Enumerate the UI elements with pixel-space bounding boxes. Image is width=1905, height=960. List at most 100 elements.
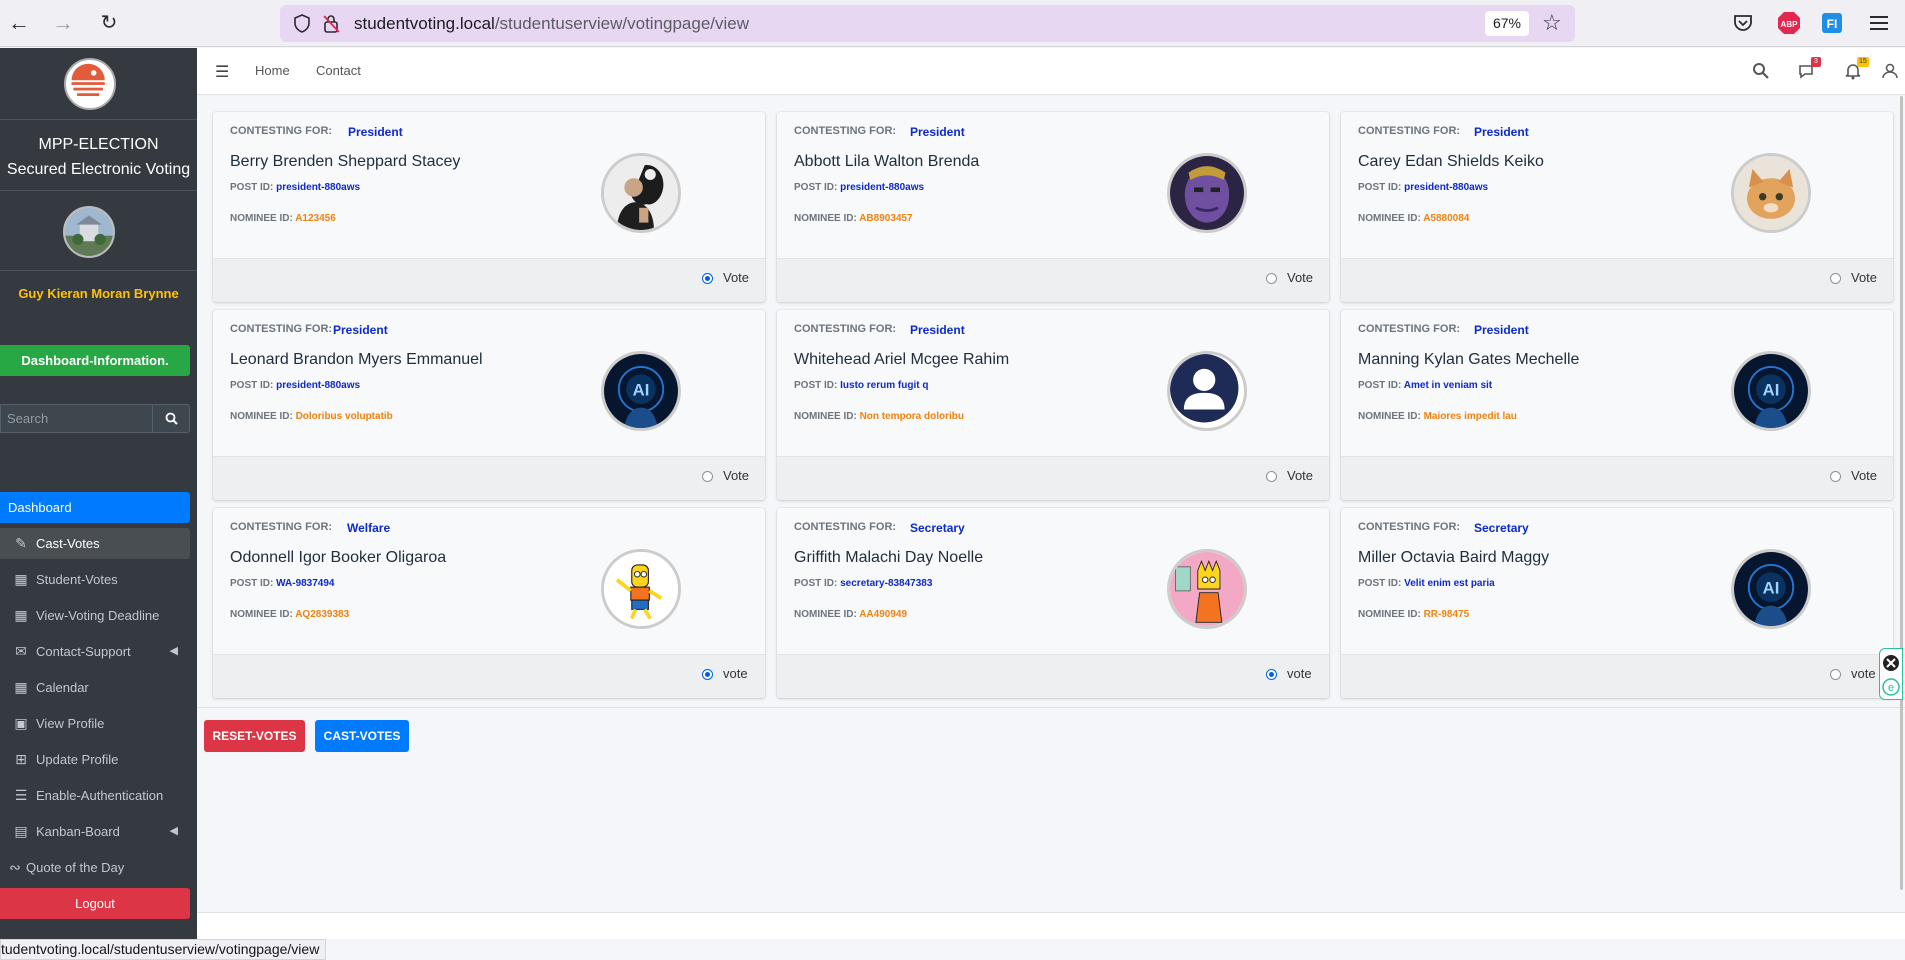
- sidebar-item-cast-votes[interactable]: ✎ Cast-Votes: [0, 528, 190, 559]
- floating-widget[interactable]: e: [1879, 648, 1903, 700]
- position-value: President: [1474, 125, 1529, 139]
- search-button[interactable]: [152, 405, 189, 432]
- post-id-value: Velit enim est paria: [1404, 578, 1495, 589]
- reset-votes-button[interactable]: RESET-VOTES: [204, 720, 305, 752]
- vote-label[interactable]: Vote: [1287, 270, 1313, 285]
- sidebar-item-dashboard[interactable]: Dashboard: [0, 492, 190, 523]
- zoom-level[interactable]: 67%: [1485, 11, 1529, 36]
- vote-radio[interactable]: [702, 273, 713, 284]
- reload-button[interactable]: ↻: [96, 10, 122, 36]
- vote-footer: vote: [213, 654, 765, 698]
- user-avatar[interactable]: [63, 206, 115, 258]
- extension-e-icon[interactable]: e: [1881, 677, 1901, 697]
- sidebar-item-student-votes[interactable]: ▦ Student-Votes: [0, 564, 190, 595]
- nominee-id-row: NOMINEE ID: Maiores impedit lau: [1358, 411, 1517, 422]
- grid-icon: ▦: [14, 571, 28, 587]
- plus-square-icon: ⊞: [15, 751, 27, 767]
- forward-button[interactable]: →: [50, 10, 76, 36]
- nav-contact-link[interactable]: Contact: [316, 63, 361, 78]
- nominee-photo: [1731, 153, 1811, 233]
- vote-label[interactable]: vote: [723, 666, 748, 681]
- calendar-icon: ▦: [14, 607, 28, 623]
- vote-radio[interactable]: [1266, 669, 1277, 680]
- contesting-for-label: CONTESTING FOR:: [230, 323, 333, 335]
- nominee-id-label: NOMINEE ID:: [1358, 411, 1421, 422]
- sidebar-item-label: Calendar: [36, 680, 89, 695]
- adblock-icon[interactable]: ABP: [1776, 10, 1802, 36]
- sidebar-item-quote-of-the-day[interactable]: ∾ Quote of the Day: [0, 852, 190, 883]
- vote-radio[interactable]: [1266, 273, 1277, 284]
- sidebar-item-kanban-board[interactable]: ▤ Kanban-Board ◀: [0, 816, 190, 847]
- vote-radio[interactable]: [1830, 471, 1841, 482]
- contesting-for-label: CONTESTING FOR:: [1358, 125, 1461, 137]
- dashboard-information-button[interactable]: Dashboard-Information.: [0, 345, 190, 376]
- search-icon[interactable]: [1751, 61, 1771, 81]
- nominee-id-label: NOMINEE ID:: [794, 609, 857, 620]
- logout-button[interactable]: Logout: [0, 888, 190, 919]
- sidebar-item-view-profile[interactable]: ▣ View Profile: [0, 708, 190, 739]
- brand-subtitle: Secured Electronic Voting: [6, 161, 191, 178]
- address-bar[interactable]: studentvoting.local/studentuserview/voti…: [280, 5, 1575, 42]
- nominee-id-value: Doloribus voluptatib: [295, 411, 393, 422]
- position-value: Welfare: [347, 521, 391, 535]
- hamburger-menu-icon[interactable]: ☰: [215, 62, 229, 82]
- sidebar-item-label: Enable-Authentication: [36, 788, 164, 803]
- user-name[interactable]: Guy Kieran Moran Brynne: [0, 286, 197, 301]
- scrollbar[interactable]: [1900, 96, 1903, 890]
- nominee-id-row: NOMINEE ID: AQ2839383: [230, 609, 349, 620]
- vote-label[interactable]: vote: [1287, 666, 1312, 681]
- position-value: President: [910, 125, 965, 139]
- post-id-row: POST ID: Amet in veniam sit: [1358, 380, 1492, 391]
- post-id-row: POST ID: Iusto rerum fugit q: [794, 380, 928, 391]
- extension-icon[interactable]: FI: [1820, 10, 1846, 36]
- vote-radio[interactable]: [1266, 471, 1277, 482]
- vote-label[interactable]: Vote: [723, 270, 749, 285]
- brand-logo[interactable]: [64, 58, 116, 110]
- sidebar-item-update-profile[interactable]: ⊞ Update Profile: [0, 744, 190, 775]
- sidebar-item-label: Update Profile: [36, 752, 119, 767]
- vote-label[interactable]: Vote: [1851, 270, 1877, 285]
- vote-radio[interactable]: [702, 669, 713, 680]
- menu-icon[interactable]: [1866, 10, 1892, 36]
- vote-label[interactable]: Vote: [1287, 468, 1313, 483]
- vote-label[interactable]: vote: [1851, 666, 1876, 681]
- user-icon[interactable]: [1880, 61, 1900, 81]
- sidebar-search-input[interactable]: [1, 405, 153, 432]
- vote-radio[interactable]: [702, 471, 713, 482]
- vote-label[interactable]: Vote: [723, 468, 749, 483]
- post-id-row: POST ID: WA-9837494: [230, 578, 335, 589]
- sidebar-search: [0, 404, 190, 433]
- cast-votes-button[interactable]: CAST-VOTES: [315, 720, 409, 752]
- nominee-name: Berry Brenden Sheppard Stacey: [230, 153, 461, 170]
- pocket-icon[interactable]: [1730, 10, 1756, 36]
- sidebar-item-voting-deadline[interactable]: ▦ View-Voting Deadline: [0, 600, 190, 631]
- nominee-id-value: AQ2839383: [295, 609, 350, 620]
- vote-footer: Vote: [777, 456, 1329, 500]
- clipboard-icon: ▤: [14, 823, 28, 839]
- search-icon: [165, 412, 178, 425]
- sidebar-item-calendar[interactable]: ▦ Calendar: [0, 672, 190, 703]
- vote-label[interactable]: Vote: [1851, 468, 1877, 483]
- lock-icon[interactable]: [322, 14, 340, 33]
- nav-home-link[interactable]: Home: [255, 63, 290, 78]
- nominee-id-label: NOMINEE ID:: [230, 411, 293, 422]
- contesting-for-label: CONTESTING FOR:: [230, 521, 333, 533]
- nominee-name: Miller Octavia Baird Maggy: [1358, 549, 1550, 566]
- close-icon[interactable]: [1881, 653, 1901, 673]
- url-text[interactable]: studentvoting.local/studentuserview/voti…: [354, 13, 749, 34]
- back-button[interactable]: ←: [6, 10, 32, 36]
- nominee-id-label: NOMINEE ID:: [230, 213, 293, 224]
- sidebar-item-enable-authentication[interactable]: ☰ Enable-Authentication: [0, 780, 190, 811]
- edit-icon: ✎: [15, 535, 27, 551]
- bookmark-star-icon[interactable]: ☆: [1542, 10, 1562, 36]
- sidebar-item-contact-support[interactable]: ✉ Contact-Support ◀: [0, 636, 190, 667]
- shield-icon[interactable]: [294, 14, 310, 33]
- vote-radio[interactable]: [1830, 669, 1841, 680]
- position-value: Secretary: [910, 521, 965, 535]
- position-value: President: [348, 125, 403, 139]
- post-id-label: POST ID:: [1358, 578, 1402, 589]
- nominee-id-value: Maiores impedit lau: [1423, 411, 1517, 422]
- divider: [197, 707, 1905, 708]
- vote-radio[interactable]: [1830, 273, 1841, 284]
- contesting-for-label: CONTESTING FOR:: [1358, 521, 1461, 533]
